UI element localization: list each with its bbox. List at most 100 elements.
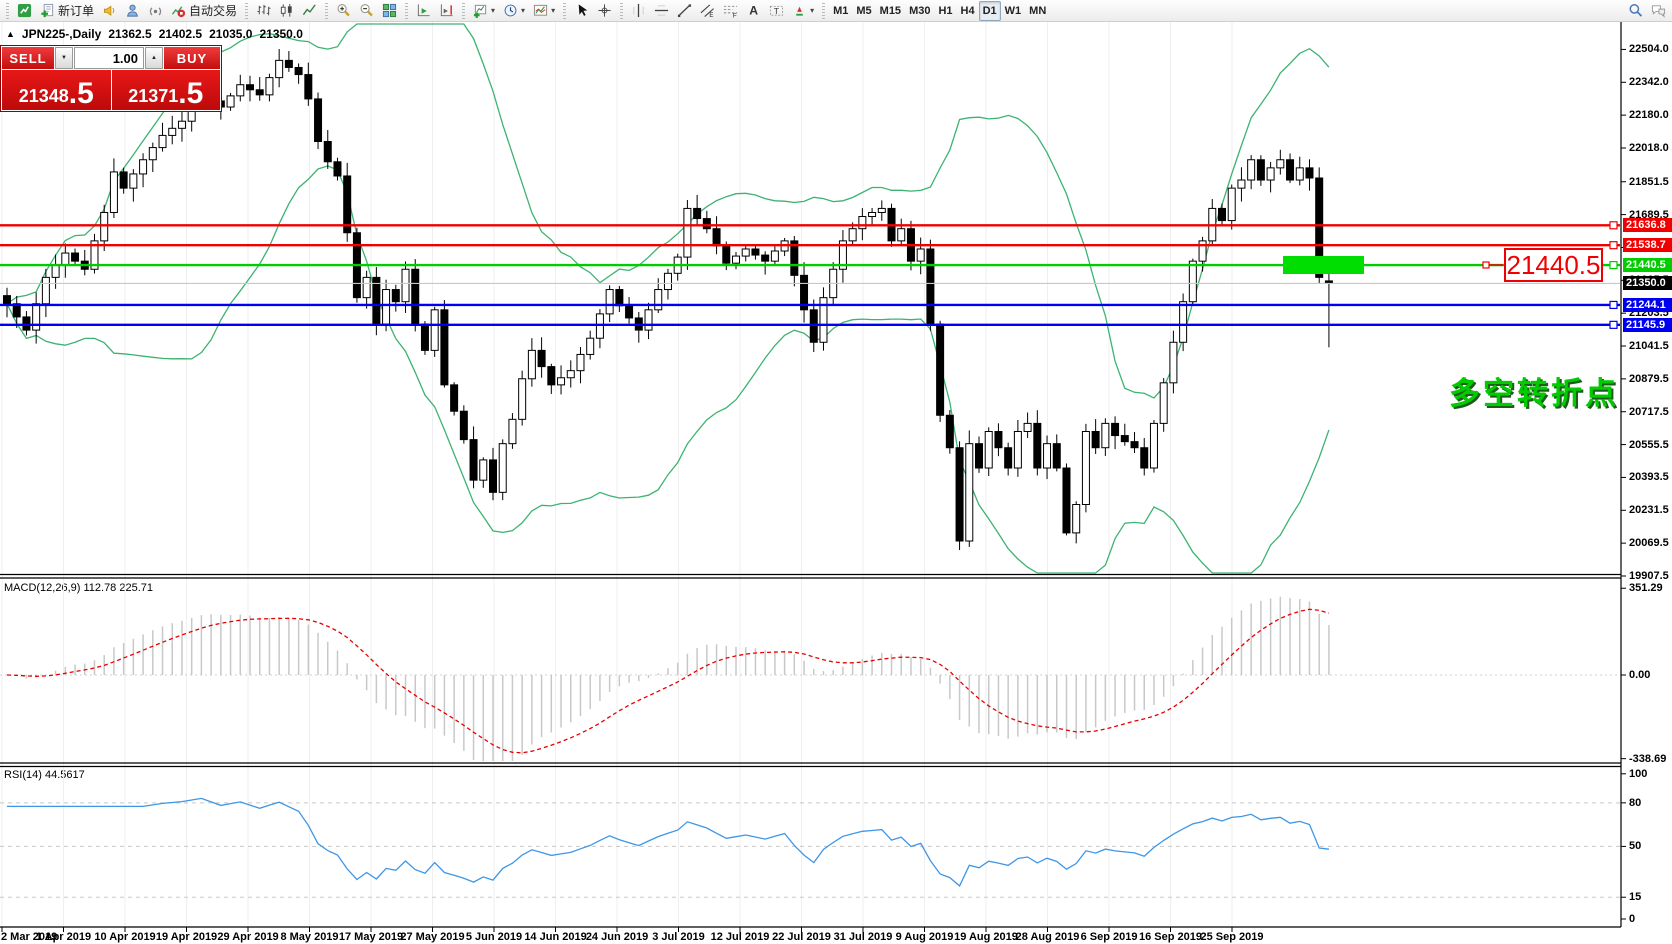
- signals-button[interactable]: [144, 1, 167, 21]
- candle: [441, 310, 448, 385]
- candle: [120, 172, 127, 188]
- chart-shift-button[interactable]: [435, 1, 458, 21]
- candle: [285, 60, 292, 67]
- timeframe-mn[interactable]: MN: [1025, 1, 1050, 21]
- candle: [927, 249, 934, 324]
- candle: [23, 317, 30, 330]
- candle: [1141, 448, 1148, 468]
- candle: [159, 135, 166, 147]
- volume-input[interactable]: 1.00: [74, 47, 144, 69]
- timeframe-h4[interactable]: H4: [957, 1, 979, 21]
- main-toolbar[interactable]: 新订单自动交易▾▾▾EFAT▾M1M5M15M30H1H4D1W1MN: [0, 0, 1672, 22]
- candle: [383, 290, 390, 324]
- svg-text:F: F: [733, 13, 737, 18]
- timeframe-m15[interactable]: M15: [876, 1, 905, 21]
- candle: [315, 99, 322, 142]
- volume-down-button[interactable]: ▼: [55, 47, 73, 69]
- candle: [1287, 160, 1294, 180]
- timeframe-m1[interactable]: M1: [829, 1, 852, 21]
- candle: [101, 212, 108, 240]
- candle: [1005, 448, 1012, 468]
- alerts-button[interactable]: [98, 1, 121, 21]
- timeframe-w1[interactable]: W1: [1001, 1, 1026, 21]
- candle: [538, 350, 545, 366]
- label-button[interactable]: T: [765, 1, 788, 21]
- volume-up-button[interactable]: ▲: [145, 47, 163, 69]
- chart-canvas[interactable]: [0, 22, 1672, 944]
- candle: [431, 310, 438, 351]
- candle: [1063, 468, 1070, 533]
- candle: [1160, 383, 1167, 424]
- hline-button[interactable]: [650, 1, 673, 21]
- new-chart-button[interactable]: ▾: [469, 1, 499, 21]
- chart-window[interactable]: 22504.022342.022180.022018.021851.521689…: [0, 22, 1672, 944]
- candle: [490, 460, 497, 492]
- sell-button[interactable]: SELL: [2, 47, 54, 69]
- timeframe-m1-label: M1: [833, 5, 848, 17]
- timeframe-h1[interactable]: H1: [934, 1, 956, 21]
- chevron-down-icon: ▾: [551, 6, 555, 15]
- template-button[interactable]: ▾: [529, 1, 559, 21]
- timeframe-m30[interactable]: M30: [905, 1, 934, 21]
- candle: [72, 253, 79, 261]
- candle: [528, 350, 535, 378]
- cursor-button[interactable]: [570, 1, 593, 21]
- search-button[interactable]: [1624, 1, 1647, 21]
- crosshair-button[interactable]: [593, 1, 616, 21]
- candle: [616, 290, 623, 306]
- candle: [548, 367, 555, 385]
- candle: [470, 440, 477, 481]
- candle: [140, 160, 147, 174]
- candle: [567, 371, 574, 378]
- timeframe-m5-label: M5: [856, 5, 871, 17]
- candle: [363, 277, 370, 297]
- toolbar-grip: [245, 3, 248, 19]
- svg-text:A: A: [749, 4, 758, 18]
- sell-price[interactable]: 21348 .5: [2, 70, 111, 110]
- ohlc-open: 21362.5: [108, 27, 151, 41]
- price-callout-label[interactable]: 21440.5: [1504, 248, 1603, 282]
- toolbar-grip: [563, 3, 566, 19]
- candle: [898, 229, 905, 241]
- buy-button[interactable]: BUY: [164, 47, 220, 69]
- chat-button[interactable]: [1647, 1, 1670, 21]
- candles-chart-button[interactable]: [275, 1, 298, 21]
- channel-button[interactable]: E: [696, 1, 719, 21]
- candle: [42, 277, 49, 303]
- chinese-annotation-text[interactable]: 多空转折点: [1449, 368, 1619, 413]
- horn-icon: [102, 3, 117, 18]
- autotrading-button[interactable]: 自动交易: [167, 1, 241, 21]
- new-order-button[interactable]: 新订单: [36, 1, 98, 21]
- candle: [266, 78, 273, 95]
- candle: [849, 229, 856, 241]
- period-button[interactable]: ▾: [499, 1, 529, 21]
- text-button[interactable]: A: [742, 1, 765, 21]
- candle: [1121, 436, 1128, 442]
- zoom-out-button[interactable]: [355, 1, 378, 21]
- hline-icon: [654, 3, 669, 18]
- trendline-button[interactable]: [673, 1, 696, 21]
- tile-windows-button[interactable]: [378, 1, 401, 21]
- buy-price[interactable]: 21371 .5: [112, 70, 221, 110]
- toolbar-grip: [822, 3, 825, 19]
- candle: [1267, 168, 1274, 180]
- candle: [703, 219, 710, 229]
- candle: [149, 148, 156, 160]
- timeframe-d1[interactable]: D1: [979, 1, 1001, 21]
- auto-scroll-button[interactable]: [412, 1, 435, 21]
- candle: [694, 208, 701, 218]
- vline-button[interactable]: [627, 1, 650, 21]
- line-chart-button[interactable]: [298, 1, 321, 21]
- community-button[interactable]: [121, 1, 144, 21]
- timeframe-m5[interactable]: M5: [852, 1, 875, 21]
- new-order-icon: [40, 3, 55, 18]
- bars-chart-button[interactable]: [252, 1, 275, 21]
- arrows-button[interactable]: ▾: [788, 1, 818, 21]
- collapse-arrow-icon[interactable]: ▲: [6, 29, 15, 39]
- candle: [742, 249, 749, 256]
- highlight-rectangle[interactable]: [1283, 256, 1364, 274]
- zoom-in-button[interactable]: [332, 1, 355, 21]
- app-icon[interactable]: [13, 1, 36, 21]
- fibo-button[interactable]: F: [719, 1, 742, 21]
- candle: [985, 431, 992, 468]
